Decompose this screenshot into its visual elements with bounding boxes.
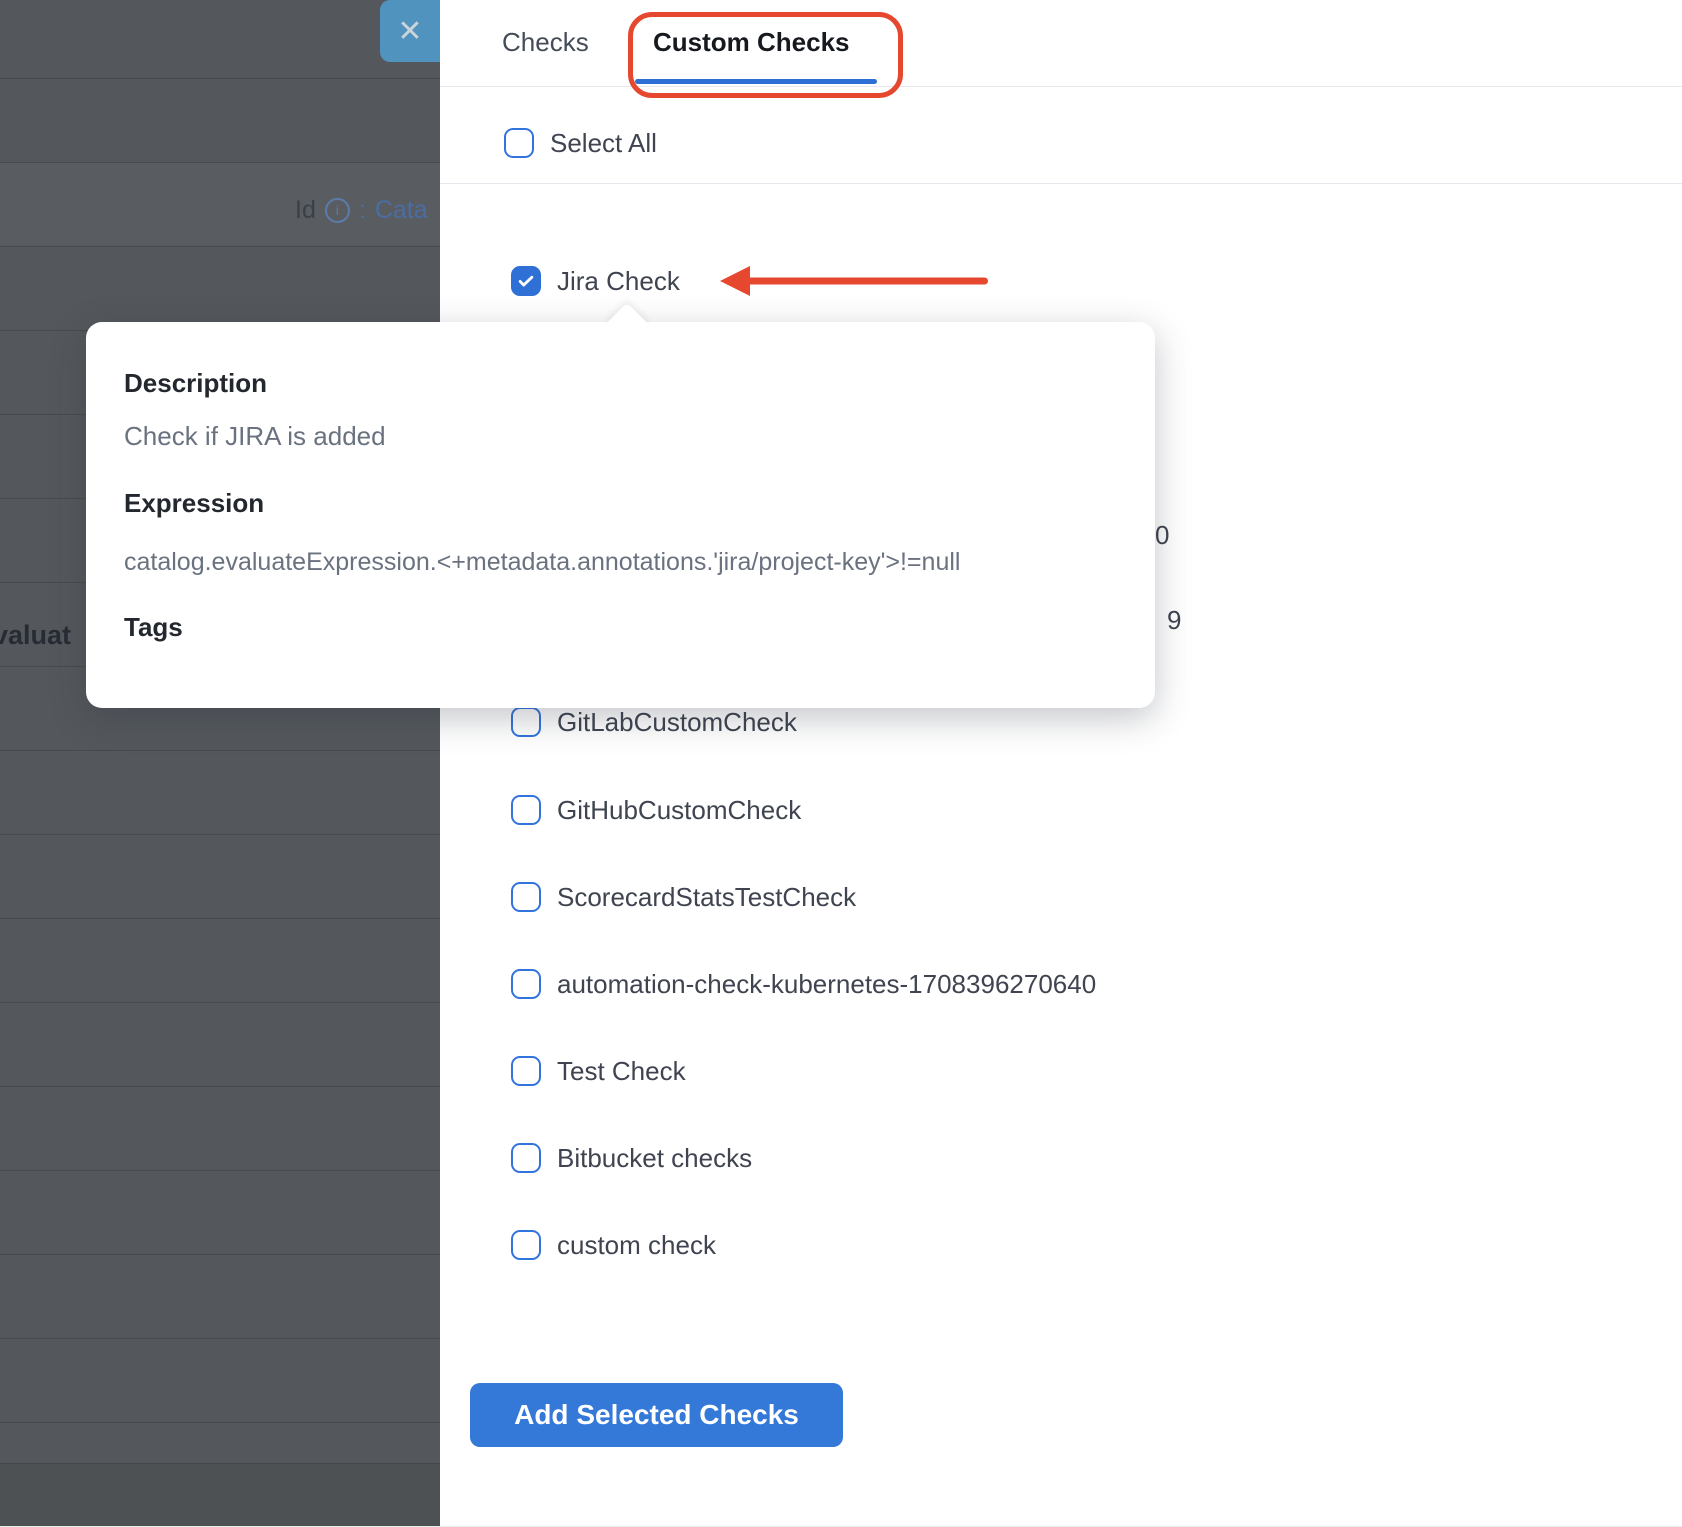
column-header-value: Cata	[375, 196, 428, 225]
checkbox[interactable]	[511, 795, 541, 825]
check-details-tooltip: Description Check if JIRA is added Expre…	[86, 322, 1155, 708]
tooltip-expression-text: catalog.evaluateExpression.<+metadata.an…	[124, 547, 1125, 578]
checkbox[interactable]	[511, 1230, 541, 1260]
check-row[interactable]: GitHubCustomCheck	[511, 788, 801, 832]
check-label: Jira Check	[557, 266, 680, 297]
check-icon	[516, 271, 536, 291]
select-all-checkbox[interactable]	[504, 128, 534, 158]
checkbox[interactable]	[511, 1056, 541, 1086]
checkbox[interactable]	[511, 1143, 541, 1173]
select-all-row[interactable]: Select All	[504, 121, 657, 165]
tooltip-description-text: Check if JIRA is added	[124, 421, 1125, 452]
tab-custom-checks[interactable]: Custom Checks	[653, 27, 850, 58]
close-button[interactable]: ✕	[380, 0, 440, 62]
check-row[interactable]: Test Check	[511, 1049, 686, 1093]
check-label: automation-check-kubernetes-170839627064…	[557, 969, 1096, 1000]
add-selected-checks-button[interactable]: Add Selected Checks	[470, 1383, 843, 1447]
check-row[interactable]: automation-check-kubernetes-170839627064…	[511, 962, 1096, 1006]
check-row-jira[interactable]: Jira Check	[511, 259, 680, 303]
tooltip-description-heading: Description	[124, 368, 1125, 399]
checkbox[interactable]	[511, 707, 541, 737]
select-all-label: Select All	[550, 128, 657, 159]
occluded-check-fragment: 9	[1167, 605, 1181, 636]
background-column-header: Id i : Cata	[295, 195, 428, 225]
check-label: Test Check	[557, 1056, 686, 1087]
check-label: GitLabCustomCheck	[557, 707, 797, 738]
check-label: Bitbucket checks	[557, 1143, 752, 1174]
tooltip-tags-heading: Tags	[124, 612, 1125, 643]
check-row[interactable]: custom check	[511, 1223, 716, 1267]
checkbox[interactable]	[511, 969, 541, 999]
check-row[interactable]: Bitbucket checks	[511, 1136, 752, 1180]
checkbox[interactable]	[511, 882, 541, 912]
active-tab-underline	[635, 79, 877, 84]
checks-drawer-panel: Checks Custom Checks Select All Jira Che…	[440, 0, 1682, 1526]
check-label: custom check	[557, 1230, 716, 1261]
tooltip-expression-heading: Expression	[124, 488, 1125, 519]
info-icon: i	[325, 198, 350, 223]
tab-checks[interactable]: Checks	[502, 27, 589, 58]
jira-checkbox-checked[interactable]	[511, 266, 541, 296]
check-row[interactable]: ScorecardStatsTestCheck	[511, 875, 856, 919]
column-header-id: Id	[295, 196, 316, 225]
occluded-check-fragment: 0	[1155, 520, 1169, 551]
header-divider	[440, 86, 1682, 87]
background-cell-fragment: evaluat	[0, 620, 71, 651]
close-icon: ✕	[397, 14, 422, 49]
check-label: ScorecardStatsTestCheck	[557, 882, 856, 913]
select-all-divider	[440, 183, 1682, 184]
check-label: GitHubCustomCheck	[557, 795, 801, 826]
column-header-separator: :	[359, 196, 366, 225]
